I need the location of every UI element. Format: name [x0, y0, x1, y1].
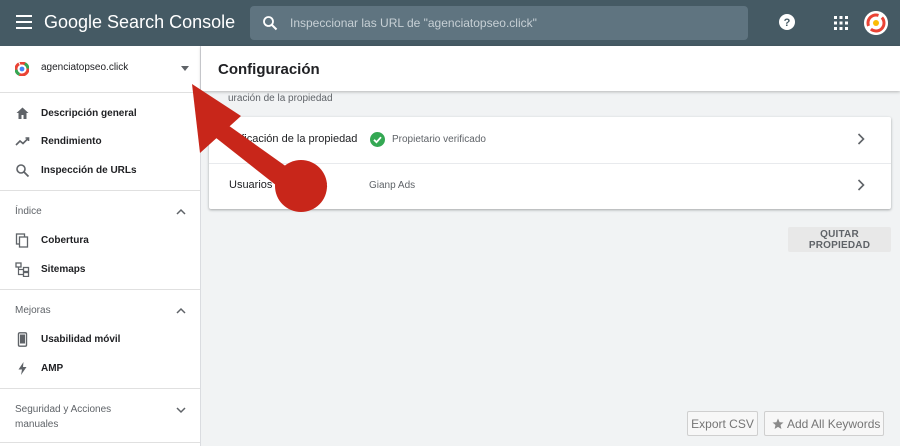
property-logo-icon: [15, 62, 29, 76]
sidebar-section-index[interactable]: Índice: [0, 200, 200, 224]
sidebar-divider: [0, 190, 200, 191]
sidebar-item-performance[interactable]: Rendimiento: [0, 128, 200, 156]
settings-card: erificación de la propiedad Propietario …: [209, 117, 891, 209]
property-name: agenciatopseo.click: [41, 62, 129, 73]
sidebar-item-mobile-usability[interactable]: Usabilidad móvil: [0, 326, 200, 354]
chevron-right-icon: [857, 133, 865, 145]
search-input[interactable]: [290, 6, 730, 40]
sidebar-item-label: Usabilidad móvil: [41, 334, 121, 345]
section-label: Mejoras: [15, 305, 51, 316]
remove-property-button[interactable]: QUITAR PROPIEDAD: [788, 227, 891, 252]
sidebar-item-label: Rendimiento: [41, 136, 102, 147]
sidebar-item-coverage[interactable]: Cobertura: [0, 227, 200, 255]
users-value: Gianp Ads: [369, 180, 416, 191]
section-title: uración de la propiedad: [228, 93, 333, 104]
add-keywords-label: Add All Keywords: [787, 417, 881, 431]
row-label: Usuarios: [229, 179, 273, 191]
account-avatar[interactable]: [864, 11, 888, 35]
sidebar-item-label: AMP: [41, 363, 64, 374]
section-label: Índice: [15, 206, 42, 217]
smartphone-icon: [17, 332, 28, 347]
row-property-verification[interactable]: erificación de la propiedad Propietario …: [209, 117, 891, 163]
verification-status: Propietario verificado: [392, 134, 486, 145]
sidebar-item-label: Sitemaps: [41, 264, 86, 275]
chevron-up-icon: [176, 307, 186, 314]
home-icon: [16, 107, 29, 119]
row-users-permissions[interactable]: Usuarios s Gianp Ads: [209, 163, 891, 209]
apps-grid-icon[interactable]: [834, 16, 848, 30]
chevron-right-icon: [857, 179, 865, 191]
sidebar-section-security[interactable]: Seguridad y Acciones manuales: [0, 399, 200, 433]
section-label: Seguridad y Acciones manuales: [15, 404, 112, 430]
sidebar-item-label: Inspección de URLs: [41, 165, 137, 176]
url-inspection-search[interactable]: [250, 6, 748, 40]
sidebar-item-sitemaps[interactable]: Sitemaps: [0, 256, 200, 284]
sidebar-divider: [0, 442, 200, 443]
star-icon: [772, 418, 784, 429]
search-icon: [263, 16, 278, 31]
page-header: Configuración: [201, 46, 900, 91]
sidebar: agenciatopseo.click Descripción general …: [0, 46, 201, 446]
chevron-up-icon: [176, 208, 186, 215]
sidebar-item-overview[interactable]: Descripción general: [0, 100, 200, 128]
row-label: erificación de la propiedad: [229, 133, 358, 145]
hamburger-menu-icon[interactable]: [16, 15, 32, 29]
add-all-keywords-button[interactable]: Add All Keywords: [764, 411, 884, 436]
search-icon: [16, 164, 30, 178]
app-brand[interactable]: Google Search Console: [44, 12, 235, 33]
sidebar-section-enhancements[interactable]: Mejoras: [0, 299, 200, 323]
row-label-tail: s: [322, 179, 328, 191]
page-title: Configuración: [218, 61, 320, 78]
property-selector[interactable]: agenciatopseo.click: [0, 46, 200, 93]
trending-up-icon: [15, 137, 30, 146]
copy-icon: [15, 233, 29, 248]
top-app-bar: Google Search Console ?: [0, 0, 900, 46]
bolt-icon: [18, 362, 27, 375]
sidebar-divider: [0, 388, 200, 389]
svg-text:?: ?: [784, 17, 791, 29]
export-csv-button[interactable]: Export CSV: [687, 411, 758, 436]
dropdown-caret-icon[interactable]: [181, 66, 189, 71]
sidebar-item-label: Cobertura: [41, 235, 89, 246]
sidebar-divider: [0, 289, 200, 290]
sitemap-icon: [15, 262, 30, 277]
sidebar-item-label: Descripción general: [41, 108, 137, 119]
sidebar-item-url-inspection[interactable]: Inspección de URLs: [0, 157, 200, 185]
check-circle-icon: [370, 132, 385, 147]
chevron-down-icon: [176, 407, 186, 414]
sidebar-item-amp[interactable]: AMP: [0, 355, 200, 383]
help-icon[interactable]: ?: [779, 14, 795, 30]
